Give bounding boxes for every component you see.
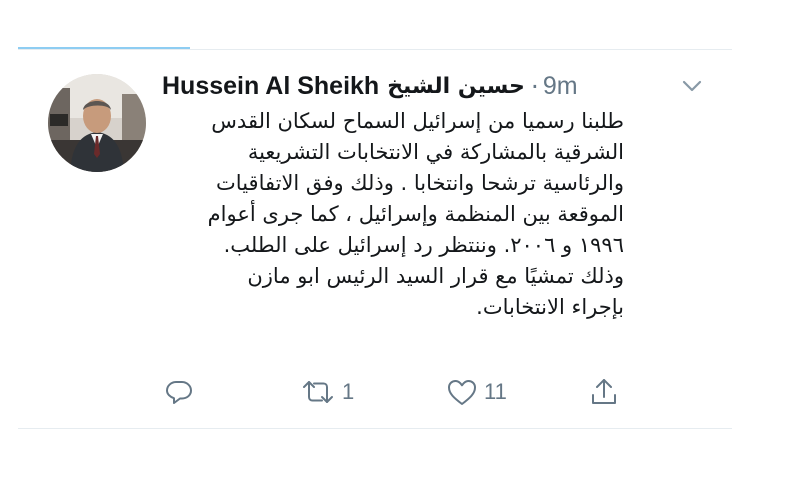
avatar-photo bbox=[48, 74, 146, 172]
retweet-button[interactable]: 1 bbox=[300, 372, 354, 412]
tweet-timestamp[interactable]: 9m bbox=[543, 72, 578, 101]
tweet-text-line: والرئاسية ترشحا وانتخابا . وذلك وفق الات… bbox=[216, 171, 624, 195]
bottom-divider bbox=[18, 428, 732, 429]
retweet-icon bbox=[303, 381, 333, 403]
like-count: 11 bbox=[484, 379, 507, 404]
tweet-text-line: الشرقية بالمشاركة في الانتخابات التشريعي… bbox=[247, 140, 624, 164]
tweet-text-line: وذلك تمشيًا مع قرار السيد الرئيس ابو ماز… bbox=[247, 264, 624, 288]
top-divider bbox=[18, 49, 732, 50]
author-name-arabic[interactable]: حسين الشيخ bbox=[387, 74, 525, 99]
like-button[interactable]: 11 bbox=[446, 372, 507, 412]
retweet-count: 1 bbox=[342, 379, 355, 404]
tweet-text: طلبنا رسميا من إسرائيل السماح لسكان القد… bbox=[172, 106, 624, 366]
tweet-actions: 1 11 bbox=[160, 372, 640, 412]
share-icon bbox=[592, 379, 616, 404]
avatar[interactable] bbox=[48, 74, 146, 172]
reply-button[interactable] bbox=[164, 372, 194, 412]
tweet-header: Hussein Al Sheikh حسين الشيخ · 9m bbox=[162, 66, 632, 106]
author-name[interactable]: Hussein Al Sheikh bbox=[162, 72, 379, 101]
tweet-text-line: الموقعة بين المنظمة وإسرائيل ، كما جرى أ… bbox=[207, 202, 624, 226]
reply-icon bbox=[166, 381, 192, 404]
tweet-text-line: بإجراء الانتخابات. bbox=[476, 295, 624, 319]
tweet-text-line: طلبنا رسميا من إسرائيل السماح لسكان القد… bbox=[211, 109, 624, 133]
chevron-down-icon[interactable] bbox=[678, 74, 706, 98]
tweet-text-line: ١٩٩٦ و ٢٠٠٦. وننتظر رد إسرائيل على الطلب… bbox=[223, 233, 624, 257]
share-button[interactable] bbox=[588, 372, 620, 412]
separator-dot: · bbox=[530, 71, 539, 101]
heart-icon bbox=[448, 380, 476, 405]
